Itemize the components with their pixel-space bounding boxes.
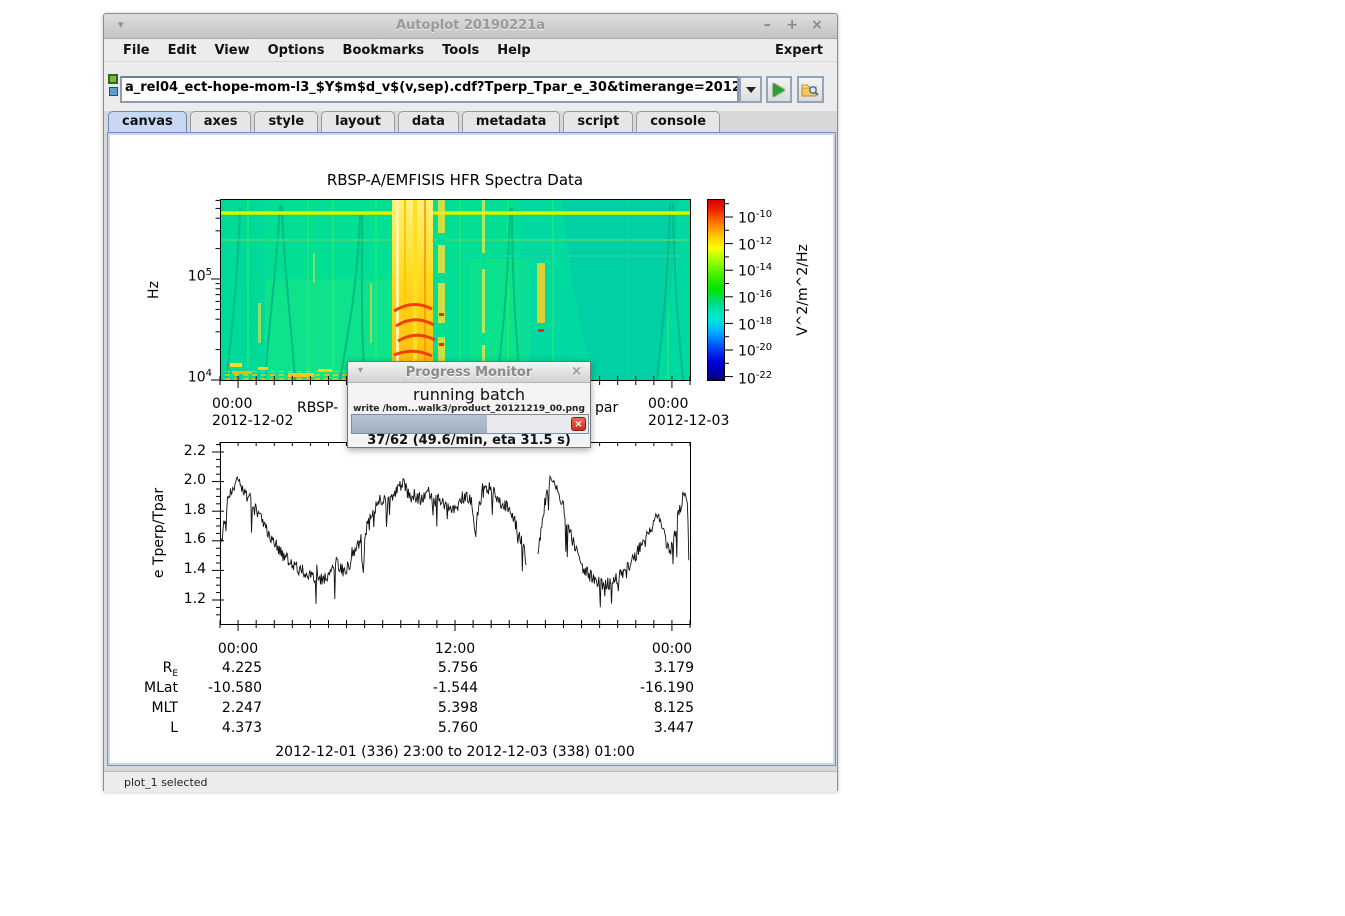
cbar-tick-3: 10-16 <box>738 289 772 307</box>
ts-ytick-18: 1.8 <box>164 502 206 518</box>
ephem-l-2: 3.447 <box>604 720 694 736</box>
minimize-button[interactable]: – <box>757 17 777 33</box>
expert-mode-label[interactable]: Expert <box>775 43 837 58</box>
spec-xtick-left-time: 00:00 <box>212 396 268 412</box>
cbar-tick-5: 10-20 <box>738 342 772 360</box>
middle-title-fragment-left: RBSP- <box>297 400 338 416</box>
ts-xtick-1: 12:00 <box>427 641 483 657</box>
status-text: plot_1 selected <box>124 776 208 789</box>
tab-data[interactable]: data <box>398 111 459 132</box>
datasource-type-icons <box>108 74 119 98</box>
datasource-blue-icon <box>109 87 118 96</box>
close-button[interactable]: × <box>807 17 827 33</box>
ephem-re-0: 4.225 <box>172 660 262 676</box>
ephem-label-mlat: MLat <box>126 680 178 699</box>
ts-ytick-20: 2.0 <box>164 472 206 488</box>
ephem-label-l: L <box>126 720 178 739</box>
ephem-label-re: RE <box>126 660 178 679</box>
cbar-tick-6: 10-22 <box>738 370 772 388</box>
progress-monitor-dialog[interactable]: ▾ Progress Monitor × running batch write… <box>347 361 591 448</box>
ts-xtick-2: 00:00 <box>644 641 700 657</box>
window-titlebar[interactable]: ▾ Autoplot 20190221a – + × <box>104 14 837 39</box>
window-controls: – + × <box>757 17 827 33</box>
progress-bar: × <box>351 414 589 434</box>
tab-console[interactable]: console <box>636 111 720 132</box>
ts-xtick-0: 00:00 <box>210 641 266 657</box>
cbar-tick-4: 10-18 <box>738 316 772 334</box>
tab-bar: canvas axes style layout data metadata s… <box>108 111 720 132</box>
folder-magnifier-icon <box>801 82 820 98</box>
middle-title-fragment-right: par <box>595 400 618 416</box>
statusbar: plot_1 selected <box>104 771 837 792</box>
tab-canvas[interactable]: canvas <box>108 111 187 132</box>
ephem-label-mlt: MLT <box>126 700 178 719</box>
menu-item-options[interactable]: Options <box>259 41 334 60</box>
tab-metadata[interactable]: metadata <box>462 111 560 132</box>
ephem-l-0: 4.373 <box>172 720 262 736</box>
dialog-close-icon[interactable]: × <box>571 364 582 379</box>
ephem-re-2: 3.179 <box>604 660 694 676</box>
spec-xtick-right-time: 00:00 <box>648 396 704 412</box>
ephem-mlt-0: 2.247 <box>172 700 262 716</box>
progress-detail-label: write /hom...walk3/product_20121219_00.p… <box>348 404 590 414</box>
menu-item-edit[interactable]: Edit <box>159 41 206 60</box>
menu-item-view[interactable]: View <box>205 41 258 60</box>
menu-item-tools[interactable]: Tools <box>433 41 488 60</box>
progress-task-label: running batch <box>348 385 590 404</box>
tab-style[interactable]: style <box>254 111 318 132</box>
ts-ytick-16: 1.6 <box>164 531 206 547</box>
bottom-plot-ylabel: e Tperp/Tpar <box>151 468 167 598</box>
ephem-re-1: 5.756 <box>388 660 478 676</box>
ephem-mlt-2: 8.125 <box>604 700 694 716</box>
menu-item-help[interactable]: Help <box>488 41 539 60</box>
uri-history-dropdown-button[interactable] <box>739 76 762 103</box>
time-range-label: 2012-12-01 (336) 23:00 to 2012-12-03 (33… <box>220 744 690 760</box>
tab-script[interactable]: script <box>563 111 633 132</box>
inspect-uri-button[interactable] <box>797 76 824 103</box>
ts-ytick-22: 2.2 <box>164 443 206 459</box>
spectrogram-plot[interactable] <box>220 199 690 380</box>
progress-cancel-button[interactable]: × <box>571 417 586 431</box>
ephem-mlat-1: -1.544 <box>388 680 478 696</box>
top-plot-title: RBSP-A/EMFISIS HFR Spectra Data <box>220 171 690 189</box>
desktop: ▾ Autoplot 20190221a – + × File Edit Vie… <box>0 0 1345 916</box>
ts-ytick-14: 1.4 <box>164 561 206 577</box>
uri-input[interactable]: a_rel04_ect-hope-mom-l3_$Y$m$d_v$(v,sep)… <box>120 76 739 103</box>
cbar-tick-2: 10-14 <box>738 262 772 280</box>
spec-ytick-1e4: 104 <box>164 368 212 386</box>
dialog-titlebar[interactable]: ▾ Progress Monitor × <box>348 362 590 383</box>
ephem-l-1: 5.760 <box>388 720 478 736</box>
uri-toolbar: a_rel04_ect-hope-mom-l3_$Y$m$d_v$(v,sep)… <box>104 62 837 111</box>
colorbar[interactable] <box>707 199 724 380</box>
spec-xtick-right-date: 2012-12-03 <box>648 413 748 429</box>
ts-ytick-12: 1.2 <box>164 591 206 607</box>
go-plot-button[interactable] <box>766 76 792 103</box>
menubar: File Edit View Options Bookmarks Tools H… <box>104 39 837 62</box>
maximize-button[interactable]: + <box>782 17 802 33</box>
chevron-down-icon <box>746 87 756 93</box>
spec-ytick-1e5: 105 <box>164 267 212 285</box>
colorbar-label: V^2/m^2/Hz <box>795 230 811 350</box>
cbar-tick-0: 10-10 <box>738 209 772 227</box>
progress-status-label: 37/62 (49.6/min, eta 31.5 s) <box>348 433 590 448</box>
window-title: Autoplot 20190221a <box>104 18 837 33</box>
ephem-mlt-1: 5.398 <box>388 700 478 716</box>
datasource-green-icon <box>108 74 118 84</box>
cbar-tick-1: 10-12 <box>738 236 772 254</box>
tab-axes[interactable]: axes <box>190 111 252 132</box>
ephem-mlat-2: -16.190 <box>604 680 694 696</box>
menu-item-file[interactable]: File <box>114 41 159 60</box>
ephem-mlat-0: -10.580 <box>172 680 262 696</box>
dialog-title: Progress Monitor <box>348 365 590 380</box>
play-icon <box>773 83 785 97</box>
timeseries-frame[interactable] <box>221 443 691 625</box>
progress-fill <box>352 415 487 433</box>
tab-layout[interactable]: layout <box>321 111 395 132</box>
plot-canvas[interactable]: RBSP-A/EMFISIS HFR Spectra Data Hz 105 1… <box>107 132 836 766</box>
top-plot-ylabel: Hz <box>146 260 162 320</box>
menu-item-bookmarks[interactable]: Bookmarks <box>334 41 434 60</box>
